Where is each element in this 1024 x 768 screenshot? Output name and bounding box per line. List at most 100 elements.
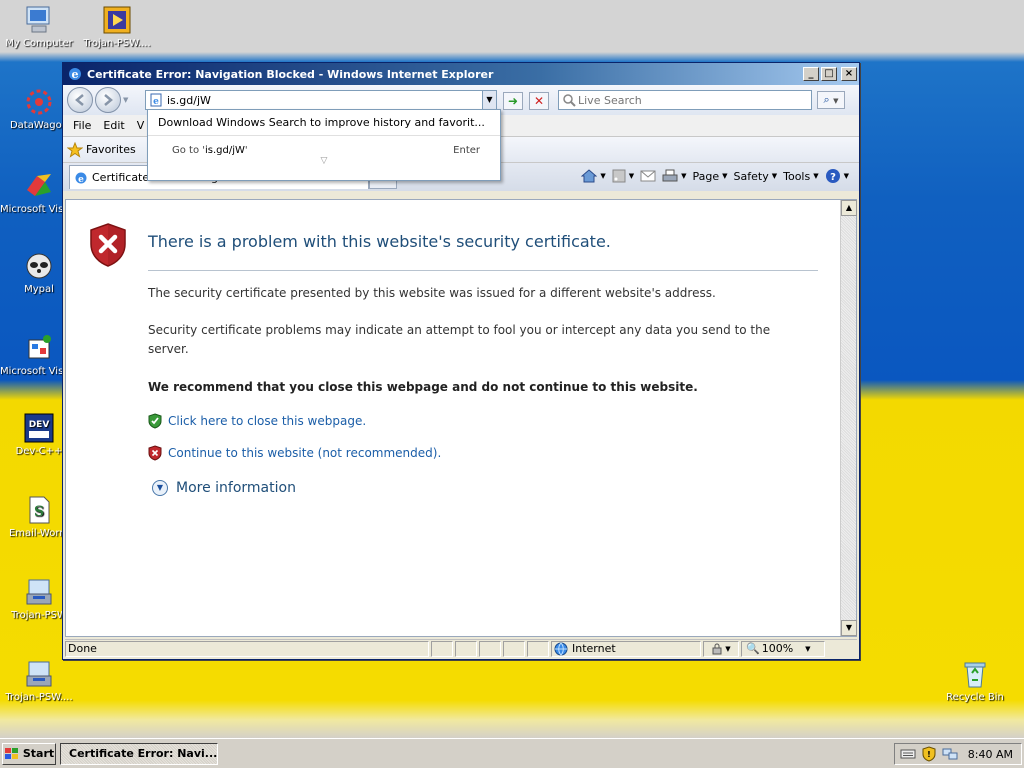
page-icon: e <box>150 93 162 107</box>
tools-menu-button[interactable]: Tools ▼ <box>783 170 819 183</box>
recommendation-text: We recommend that you close this webpage… <box>148 380 698 394</box>
datawagon-icon <box>23 86 55 118</box>
go-arrow-icon: ➜ <box>507 94 519 108</box>
devcpp-icon: DEV <box>23 412 55 444</box>
zoom-icon: 🔍 <box>746 642 760 655</box>
help-button[interactable]: ? ▼ <box>825 168 849 184</box>
back-button[interactable] <box>67 87 93 113</box>
close-button[interactable]: × <box>841 67 857 81</box>
visual-studio-icon <box>23 170 55 202</box>
print-button[interactable]: ▼ <box>662 169 687 183</box>
menu-edit[interactable]: Edit <box>97 119 130 132</box>
magnifier-icon: ⌕ <box>823 93 830 106</box>
vertical-scrollbar[interactable]: ▲ ▼ <box>840 200 857 636</box>
status-pane <box>503 640 525 657</box>
network-icon[interactable] <box>942 747 958 761</box>
enter-hint: Enter <box>453 145 480 156</box>
error-warning: Security certificate problems may indica… <box>148 323 771 356</box>
recent-pages-dropdown[interactable]: ▼ <box>123 96 128 104</box>
keyboard-icon[interactable] <box>900 748 916 760</box>
continue-website-link[interactable]: Continue to this website (not recommende… <box>148 445 441 461</box>
recycle-bin-icon <box>959 658 991 690</box>
home-button[interactable]: ▼ <box>581 169 606 183</box>
ie-window: e Certificate Error: Navigation Blocked … <box>62 62 860 660</box>
desktop-icon-trojan-psw-3[interactable]: Trojan-PSW.... <box>0 658 78 704</box>
maximize-button[interactable]: □ <box>821 67 837 81</box>
go-button[interactable]: ➜ <box>503 92 523 110</box>
security-zone[interactable]: Internet <box>551 640 701 657</box>
media-player-icon <box>101 4 133 36</box>
ie-logo-icon: e <box>69 68 81 81</box>
status-pane <box>527 640 549 657</box>
help-icon: ? <box>825 169 840 183</box>
minimize-button[interactable]: _ <box>803 67 819 81</box>
address-dropdown-button[interactable]: ▼ <box>482 91 496 109</box>
svg-text:S: S <box>34 504 44 520</box>
clock[interactable]: 8:40 AM <box>968 748 1013 761</box>
lock-icon <box>712 643 722 654</box>
zoom-control[interactable]: 🔍 100% ▼ <box>741 640 825 657</box>
stop-button[interactable]: ✕ <box>529 92 549 110</box>
goto-address-row[interactable]: Go to 'is.gd/jW' Enter <box>148 136 500 156</box>
windows-search-suggestion[interactable]: Download Windows Search to improve histo… <box>148 110 500 136</box>
chevron-down-icon: ▼ <box>833 97 839 105</box>
desktop-icon-label: Trojan-PSW.... <box>5 692 73 703</box>
page-content: There is a problem with this website's s… <box>65 199 857 637</box>
error-headline: There is a problem with this website's s… <box>148 232 611 251</box>
mail-icon <box>640 170 656 182</box>
desktop-icon-trojan-psw-1[interactable]: Trojan-PSW.... <box>78 4 156 50</box>
security-shield-icon[interactable]: ! <box>922 746 936 762</box>
taskbar: Start e Certificate Error: Navi... ! 8:4… <box>0 738 1024 768</box>
back-arrow-icon <box>75 94 84 106</box>
chevron-down-icon: ▼ <box>805 644 811 653</box>
system-tray: ! 8:40 AM <box>894 743 1022 765</box>
status-pane <box>479 640 501 657</box>
expand-chevron-icon[interactable]: ▽ <box>148 156 500 166</box>
protected-mode-button[interactable]: ▼ <box>703 640 739 657</box>
close-link-text: Click here to close this webpage. <box>168 414 367 428</box>
svg-text:!: ! <box>927 750 931 759</box>
home-icon <box>581 169 598 183</box>
address-input[interactable]: is.gd/jW <box>163 94 482 107</box>
desktop-icon-recycle-bin[interactable]: Recycle Bin <box>936 658 1014 704</box>
rss-feed-icon <box>612 169 626 183</box>
svg-text:e: e <box>72 68 79 81</box>
menu-file[interactable]: File <box>67 119 97 132</box>
more-information-toggle[interactable]: ▼ More information <box>152 480 296 496</box>
star-icon <box>67 141 83 158</box>
scroll-down-arrow[interactable]: ▼ <box>841 620 857 636</box>
address-bar[interactable]: e is.gd/jW ▼ <box>145 90 497 110</box>
feeds-button[interactable]: ▼ <box>612 169 634 183</box>
read-mail-button[interactable] <box>640 170 656 182</box>
svg-text:DEV: DEV <box>29 420 50 430</box>
red-shield-x-icon <box>90 223 126 267</box>
search-box[interactable] <box>558 90 812 110</box>
desktop-icon-label: Trojan-PSW.... <box>83 38 151 49</box>
start-button[interactable]: Start <box>2 742 56 765</box>
visual-basic-icon <box>23 332 55 364</box>
safety-menu-button[interactable]: Safety ▼ <box>734 170 778 183</box>
svg-text:e: e <box>153 97 159 107</box>
forward-button[interactable] <box>95 87 121 113</box>
search-input[interactable] <box>576 93 811 107</box>
page-menu-label: Page <box>692 169 720 183</box>
page-menu-button[interactable]: Page ▼ <box>693 170 728 183</box>
taskbar-item-ie[interactable]: e Certificate Error: Navi... <box>60 742 218 765</box>
desktop-icon-label: My Computer <box>5 38 73 49</box>
status-pane <box>431 640 453 657</box>
chevron-down-icon: ▼ <box>486 95 493 104</box>
search-button[interactable]: ⌕ ▼ <box>817 91 845 109</box>
search-icon <box>563 94 576 107</box>
continue-link-text: Continue to this website (not recommende… <box>168 446 442 460</box>
favorites-button[interactable]: Favorites <box>67 141 136 158</box>
desktop-icon-my-computer[interactable]: My Computer <box>0 4 78 50</box>
close-webpage-link[interactable]: Click here to close this webpage. <box>148 413 366 429</box>
title-bar[interactable]: e Certificate Error: Navigation Blocked … <box>63 63 859 85</box>
printer-icon <box>662 169 678 182</box>
svg-text:?: ? <box>830 172 836 183</box>
green-shield-check-icon <box>148 413 162 429</box>
stop-x-icon: ✕ <box>533 94 545 108</box>
zone-label: Internet <box>572 642 616 655</box>
status-text: Done <box>65 640 429 657</box>
scroll-up-arrow[interactable]: ▲ <box>841 200 857 216</box>
